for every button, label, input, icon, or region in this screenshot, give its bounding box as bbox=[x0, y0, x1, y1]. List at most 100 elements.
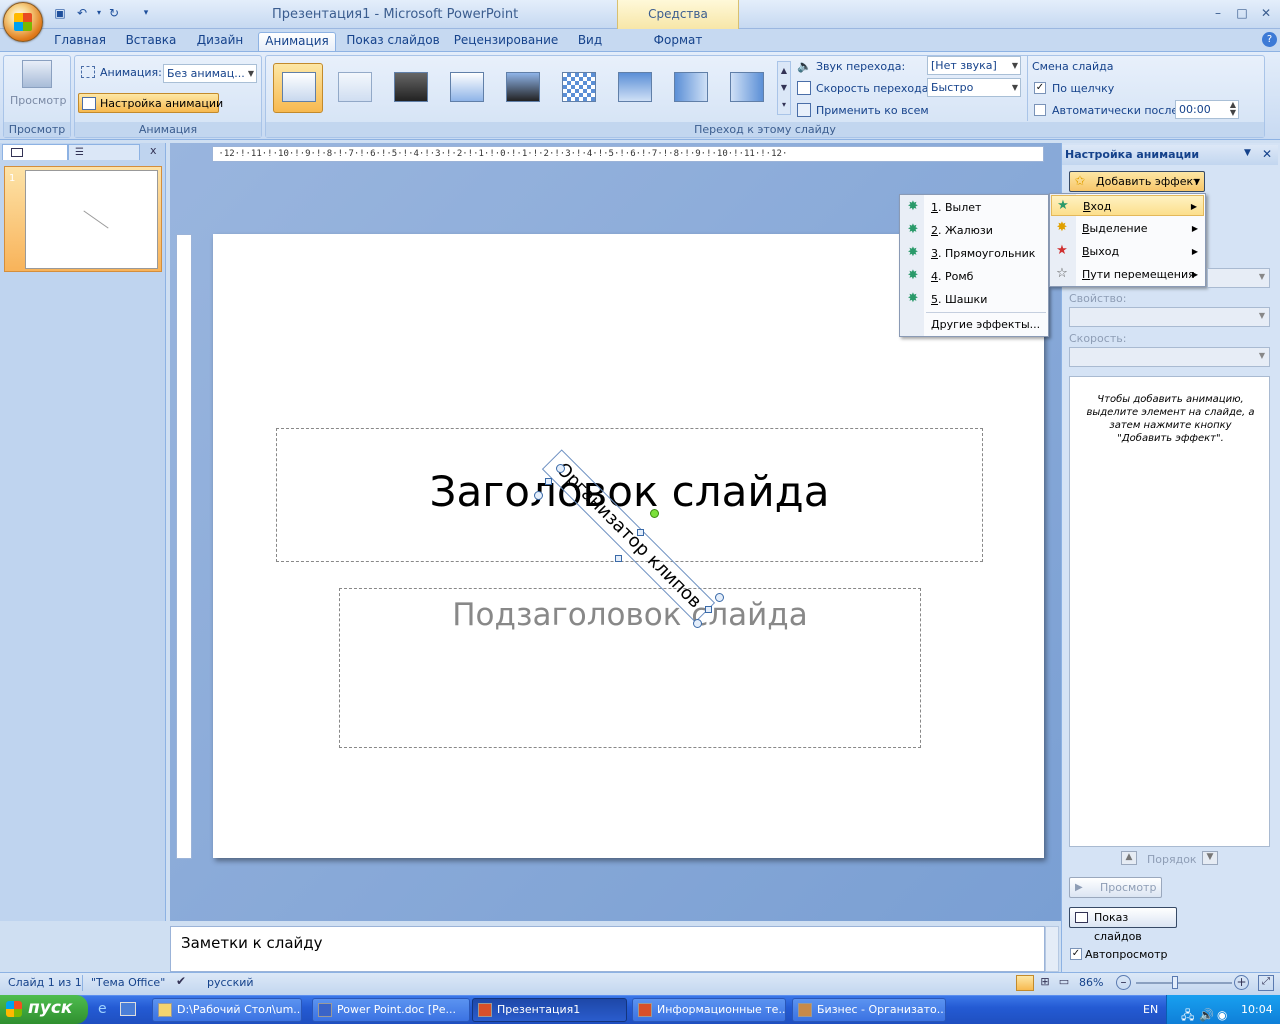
more-effects[interactable]: Другие эффекты... bbox=[902, 314, 1046, 335]
speed-pane-combo[interactable]: ▼ bbox=[1069, 347, 1270, 367]
entrance-blinds[interactable]: ✸ 2. Жалюзи bbox=[902, 220, 1046, 241]
taskbar-item-word[interactable]: Power Point.doc [Ре... bbox=[312, 998, 470, 1022]
transition-dissolve[interactable] bbox=[553, 63, 603, 113]
clock[interactable]: 10:04 bbox=[1241, 996, 1273, 1023]
pane-preview-button[interactable]: ▶ Просмотр bbox=[1069, 877, 1162, 898]
tab-home[interactable]: Главная bbox=[48, 32, 112, 51]
notes-text[interactable]: Заметки к слайду bbox=[181, 934, 323, 952]
auto-after-checkbox[interactable] bbox=[1034, 104, 1046, 116]
resize-handle[interactable] bbox=[705, 606, 712, 613]
transition-wipe-down[interactable] bbox=[609, 63, 659, 113]
resize-handle[interactable] bbox=[715, 593, 724, 602]
auto-after-time[interactable]: 00:00 ▲ ▼ bbox=[1175, 100, 1239, 119]
zoom-slider-thumb[interactable] bbox=[1172, 976, 1178, 989]
save-icon[interactable]: ▣ bbox=[52, 5, 68, 21]
animation-list[interactable]: Чтобы добавить анимацию, выделите элемен… bbox=[1069, 376, 1270, 847]
fit-to-window-icon[interactable]: ⤢ bbox=[1258, 975, 1274, 991]
transition-cut[interactable] bbox=[441, 63, 491, 113]
transition-wipe-left[interactable] bbox=[665, 63, 715, 113]
transition-none[interactable] bbox=[273, 63, 323, 113]
tab-insert[interactable]: Вставка bbox=[120, 32, 182, 51]
resize-handle[interactable] bbox=[693, 619, 702, 628]
transition-fade-black[interactable] bbox=[385, 63, 435, 113]
resize-handle[interactable] bbox=[615, 555, 622, 562]
zoom-slider-track[interactable] bbox=[1136, 982, 1232, 984]
taskpane-options-icon[interactable]: ▼ bbox=[1244, 148, 1251, 158]
zoom-level[interactable]: 86% bbox=[1079, 976, 1103, 989]
zoom-in-icon[interactable]: + bbox=[1234, 975, 1249, 990]
slideshow-view-icon[interactable]: ▭ bbox=[1056, 975, 1072, 991]
resize-handle[interactable] bbox=[534, 491, 543, 500]
close-button[interactable]: ✕ bbox=[1255, 6, 1277, 22]
minimize-button[interactable]: – bbox=[1207, 6, 1229, 22]
preview-button[interactable]: Просмотр bbox=[6, 58, 68, 116]
maximize-button[interactable]: □ bbox=[1231, 6, 1253, 22]
menu-emphasis[interactable]: ✸ Выделение ▶ bbox=[1051, 218, 1204, 239]
taskbar-item-explorer[interactable]: D:\Рабочий Стол\um... bbox=[152, 998, 302, 1022]
office-button[interactable] bbox=[3, 2, 43, 42]
spellcheck-icon[interactable]: ✔ bbox=[176, 974, 186, 988]
language[interactable]: русский bbox=[207, 976, 254, 989]
normal-view-icon[interactable] bbox=[1016, 975, 1034, 991]
tab-slideshow[interactable]: Показ слайдов bbox=[344, 32, 442, 51]
network-icon[interactable]: 🖧 bbox=[1181, 1002, 1194, 1024]
slide-subtitle[interactable]: Подзаголовок слайда bbox=[340, 597, 920, 633]
slide-title[interactable]: Заголовок слайда bbox=[277, 467, 982, 516]
resize-handle[interactable] bbox=[545, 478, 552, 485]
custom-animation-button[interactable]: Настройка анимации bbox=[78, 93, 223, 113]
tab-slides[interactable] bbox=[2, 144, 68, 160]
entrance-fly-in[interactable]: ✸ 1. Вылет bbox=[902, 197, 1046, 218]
spinner-icon[interactable]: ▲ ▼ bbox=[1230, 101, 1236, 117]
apply-all-button[interactable]: Применить ко всем bbox=[816, 104, 929, 117]
autopreview-checkbox[interactable]: ✓ bbox=[1070, 948, 1082, 960]
tab-animation[interactable]: Анимация bbox=[258, 32, 336, 51]
entrance-checkerboard[interactable]: ✸ 5. Шашки bbox=[902, 289, 1046, 310]
help-icon[interactable]: ? bbox=[1262, 32, 1277, 47]
transition-fade-smooth[interactable] bbox=[329, 63, 379, 113]
on-click-checkbox[interactable]: ✓ bbox=[1034, 82, 1046, 94]
move-up-icon[interactable]: ▲ bbox=[1121, 851, 1137, 865]
redo-icon[interactable]: ↻ bbox=[106, 5, 122, 21]
tray-app-icon[interactable]: ◉ bbox=[1217, 1002, 1227, 1024]
undo-icon[interactable]: ↶ bbox=[74, 5, 90, 21]
resize-handle[interactable] bbox=[637, 529, 644, 536]
slide-thumbnail[interactable]: 1 bbox=[4, 166, 162, 272]
add-effect-button[interactable]: ✩ Добавить эффект ▼ bbox=[1069, 171, 1205, 192]
input-language[interactable]: EN bbox=[1143, 1003, 1158, 1016]
start-combo[interactable]: ▼ bbox=[1207, 268, 1270, 288]
animation-combo[interactable]: Без анимац... ▼ bbox=[163, 64, 257, 83]
tab-format[interactable]: Формат bbox=[640, 32, 716, 51]
taskbar-item-info[interactable]: Информационные те... bbox=[632, 998, 786, 1022]
start-button[interactable]: пуск bbox=[0, 995, 88, 1024]
notes-scrollbar[interactable] bbox=[1045, 926, 1059, 972]
rotate-handle[interactable] bbox=[650, 509, 659, 518]
menu-motion-paths[interactable]: ☆ Пути перемещения ▶ bbox=[1051, 264, 1204, 285]
resize-handle[interactable] bbox=[556, 464, 565, 473]
move-down-icon[interactable]: ▼ bbox=[1202, 851, 1218, 865]
tab-view[interactable]: Вид bbox=[572, 32, 608, 51]
ie-icon[interactable]: e bbox=[98, 1001, 114, 1017]
volume-icon[interactable]: 🔊 bbox=[1199, 1002, 1214, 1024]
property-combo[interactable]: ▼ bbox=[1069, 307, 1270, 327]
entrance-diamond[interactable]: ✸ 4. Ромб bbox=[902, 266, 1046, 287]
undo-dropdown-icon[interactable]: ▾ bbox=[91, 5, 107, 21]
taskbar-item-business[interactable]: Бизнес - Организато... bbox=[792, 998, 946, 1022]
entrance-box[interactable]: ✸ 3. Прямоугольник bbox=[902, 243, 1046, 264]
transition-wipe-right[interactable] bbox=[721, 63, 771, 113]
tab-outline[interactable]: ☰ bbox=[68, 144, 140, 160]
transition-cut-black[interactable] bbox=[497, 63, 547, 113]
tab-review[interactable]: Рецензирование bbox=[450, 32, 562, 51]
slides-pane-close-icon[interactable]: x bbox=[150, 144, 157, 157]
slide-sorter-icon[interactable]: ⊞ bbox=[1037, 975, 1053, 991]
sound-combo[interactable]: [Нет звука] ▼ bbox=[927, 56, 1021, 75]
transition-gallery-scroll[interactable]: ▲ ▼ ▾ bbox=[777, 61, 791, 115]
tab-design[interactable]: Дизайн bbox=[190, 32, 250, 51]
speed-combo[interactable]: Быстро ▼ bbox=[927, 78, 1021, 97]
menu-exit[interactable]: ★ Выход ▶ bbox=[1051, 241, 1204, 262]
taskpane-close-icon[interactable]: ✕ bbox=[1262, 147, 1272, 161]
taskbar-item-powerpoint[interactable]: Презентация1 bbox=[472, 998, 627, 1022]
qat-customize-icon[interactable]: ▾ bbox=[138, 5, 154, 21]
zoom-out-icon[interactable]: – bbox=[1116, 975, 1131, 990]
notes-pane[interactable]: Заметки к слайду bbox=[170, 926, 1045, 972]
subtitle-placeholder[interactable]: Подзаголовок слайда bbox=[339, 588, 921, 748]
